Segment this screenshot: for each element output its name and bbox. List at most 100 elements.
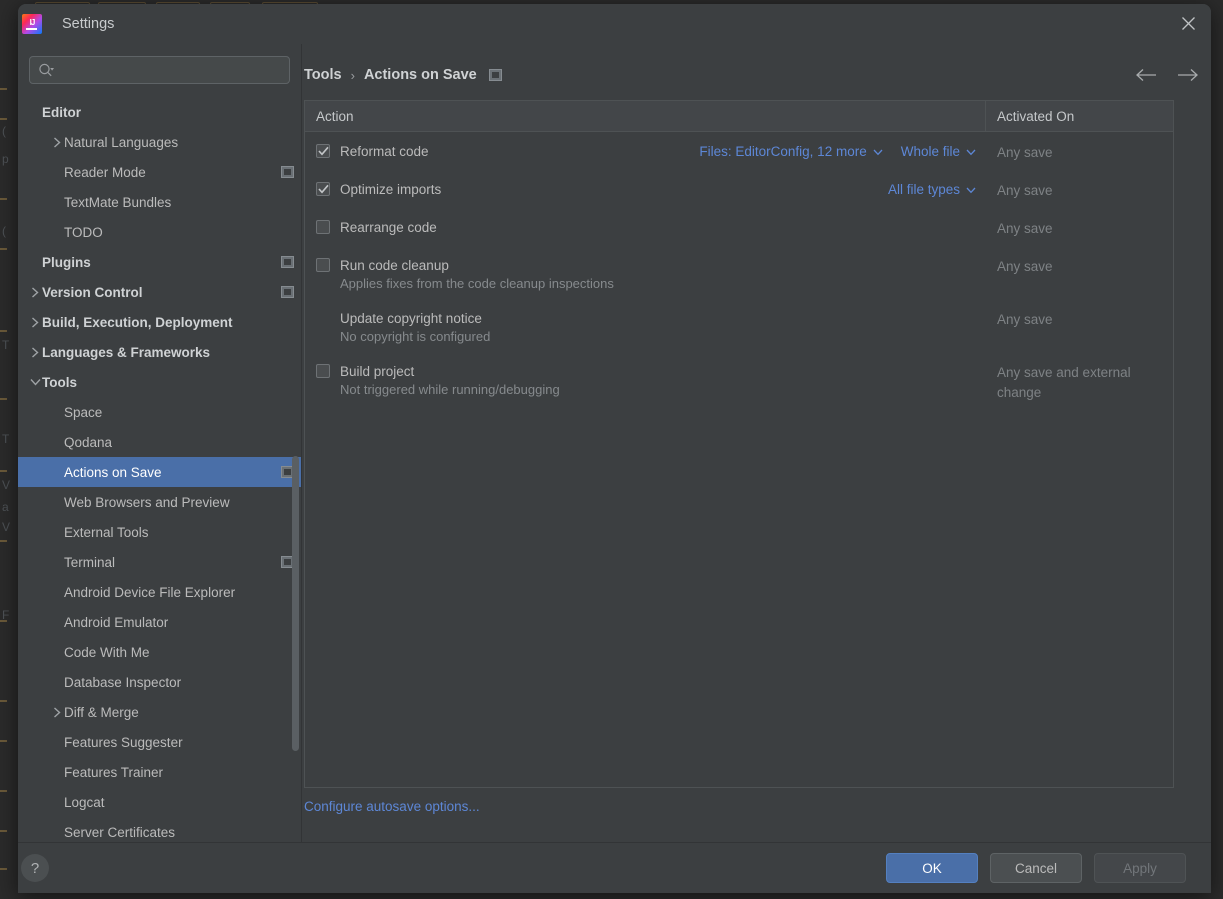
sidebar-item-label: Features Trainer [64, 765, 163, 780]
sidebar-item-editor[interactable]: Editor [18, 97, 302, 127]
sidebar-item-space[interactable]: Space [18, 397, 302, 427]
breadcrumb-root[interactable]: Tools [304, 67, 342, 83]
action-label: Reformat code [340, 144, 429, 159]
sidebar-item-code-with-me[interactable]: Code With Me [18, 637, 302, 667]
sidebar-item-features-trainer[interactable]: Features Trainer [18, 757, 302, 787]
dialog-footer: ? OK Cancel Apply [18, 842, 1211, 893]
chevron-right-icon[interactable] [50, 135, 64, 149]
sidebar-item-tools[interactable]: Tools [18, 367, 302, 397]
chevron-down-icon [966, 144, 976, 159]
background-marker [0, 470, 7, 472]
background-text: T [2, 338, 9, 352]
sidebar-item-server-certificates[interactable]: Server Certificates [18, 817, 302, 842]
dialog-titlebar: IJ Settings [18, 4, 1211, 44]
checkbox-optimize-imports[interactable] [316, 182, 330, 196]
action-cell: Optimize importsAll file types [305, 170, 986, 208]
arrow-right-icon[interactable] [1177, 68, 1199, 82]
arrow-left-icon[interactable] [1135, 68, 1157, 82]
dropdown-link[interactable]: Files: EditorConfig, 12 more [699, 144, 882, 159]
search-input[interactable] [55, 63, 289, 78]
chevron-down-icon[interactable] [28, 375, 42, 389]
close-icon[interactable] [1165, 4, 1211, 42]
background-text [2, 840, 5, 854]
background-text [2, 760, 5, 774]
ok-button[interactable]: OK [886, 853, 978, 883]
activated-on-cell: Any save [986, 170, 1173, 208]
background-marker [0, 620, 7, 622]
background-marker [0, 88, 7, 90]
sidebar-item-label: Terminal [64, 555, 115, 570]
sidebar-item-qodana[interactable]: Qodana [18, 427, 302, 457]
action-label: Build project [340, 364, 414, 379]
action-description: Applies fixes from the code cleanup insp… [340, 276, 986, 299]
chevron-right-icon[interactable] [28, 285, 42, 299]
background-marker [0, 330, 7, 332]
dropdown-link[interactable]: All file types [888, 182, 976, 197]
sidebar-item-android-emulator[interactable]: Android Emulator [18, 607, 302, 637]
activated-on-cell: Any save and external change [986, 352, 1173, 405]
sidebar-item-label: Tools [42, 375, 77, 390]
sidebar-item-diff-merge[interactable]: Diff & Merge [18, 697, 302, 727]
sidebar-item-label: Web Browsers and Preview [64, 495, 230, 510]
help-button[interactable]: ? [21, 854, 49, 882]
sidebar-item-label: Android Emulator [64, 615, 168, 630]
dropdown-link-label: All file types [888, 182, 960, 197]
dropdown-link[interactable]: Whole file [901, 144, 976, 159]
dialog-body: EditorNatural Languages Reader Mode TextMa… [18, 44, 1211, 842]
sidebar-item-reader-mode[interactable]: Reader Mode [18, 157, 302, 187]
sidebar-item-label: Code With Me [64, 645, 150, 660]
sidebar-item-database-inspector[interactable]: Database Inspector [18, 667, 302, 697]
table-body: Reformat code Files: EditorConfig, 12 mor… [305, 132, 1173, 405]
sidebar-item-label: Reader Mode [64, 165, 146, 180]
chevron-right-icon[interactable] [50, 705, 64, 719]
sidebar-item-languages-frameworks[interactable]: Languages & Frameworks [18, 337, 302, 367]
sidebar-item-plugins[interactable]: Plugins [18, 247, 302, 277]
chevron-down-icon [966, 182, 976, 197]
search-box[interactable] [29, 56, 290, 84]
cancel-button[interactable]: Cancel [990, 853, 1082, 883]
configure-autosave-link[interactable]: Configure autosave options... [304, 799, 480, 814]
sidebar-item-label: Languages & Frameworks [42, 345, 210, 360]
sidebar-item-external-tools[interactable]: External Tools [18, 517, 302, 547]
action-label: Rearrange code [340, 220, 437, 235]
sidebar-scrollbar[interactable] [292, 456, 299, 751]
sidebar-item-build-execution-deployment[interactable]: Build, Execution, Deployment [18, 307, 302, 337]
background-text: ( [2, 224, 6, 238]
activated-on-cell: Any save [986, 246, 1173, 299]
sidebar-item-label: Space [64, 405, 102, 420]
background-marker [0, 830, 7, 832]
sidebar-item-android-device-file-explorer[interactable]: Android Device File Explorer [18, 577, 302, 607]
checkbox-rearrange-code[interactable] [316, 220, 330, 234]
sidebar-item-natural-languages[interactable]: Natural Languages [18, 127, 302, 157]
action-label: Update copyright notice [340, 311, 482, 326]
sidebar-item-label: Diff & Merge [64, 705, 139, 720]
sidebar-item-actions-on-save[interactable]: Actions on Save [18, 457, 302, 487]
settings-sidebar: EditorNatural Languages Reader Mode TextMa… [18, 44, 302, 842]
checkbox-reformat-code[interactable] [316, 144, 330, 158]
column-header-action: Action [305, 101, 986, 131]
dialog-title: Settings [62, 16, 114, 32]
breadcrumb: Tools › Actions on Save [304, 60, 1199, 90]
settings-tree: EditorNatural Languages Reader Mode TextMa… [18, 97, 302, 842]
action-label: Run code cleanup [340, 258, 449, 273]
sidebar-item-web-browsers-and-preview[interactable]: Web Browsers and Preview [18, 487, 302, 517]
sidebar-item-label: Build, Execution, Deployment [42, 315, 233, 330]
project-settings-icon [281, 256, 294, 268]
sidebar-item-version-control[interactable]: Version Control [18, 277, 302, 307]
chevron-right-icon[interactable] [28, 345, 42, 359]
checkbox-run-code-cleanup[interactable] [316, 258, 330, 272]
sidebar-item-textmate-bundles[interactable]: TextMate Bundles [18, 187, 302, 217]
sidebar-item-features-suggester[interactable]: Features Suggester [18, 727, 302, 757]
sidebar-item-logcat[interactable]: Logcat [18, 787, 302, 817]
chevron-right-icon[interactable] [28, 315, 42, 329]
chevron-down-icon [873, 144, 883, 159]
action-cell: Rearrange code [305, 208, 986, 246]
search-container [18, 44, 301, 84]
checkbox-build-project[interactable] [316, 364, 330, 378]
sidebar-item-todo[interactable]: TODO [18, 217, 302, 247]
apply-button[interactable]: Apply [1094, 853, 1186, 883]
activated-on-cell: Any save [986, 299, 1173, 352]
sidebar-item-terminal[interactable]: Terminal [18, 547, 302, 577]
sidebar-item-label: Version Control [42, 285, 143, 300]
breadcrumb-separator: › [351, 68, 355, 83]
